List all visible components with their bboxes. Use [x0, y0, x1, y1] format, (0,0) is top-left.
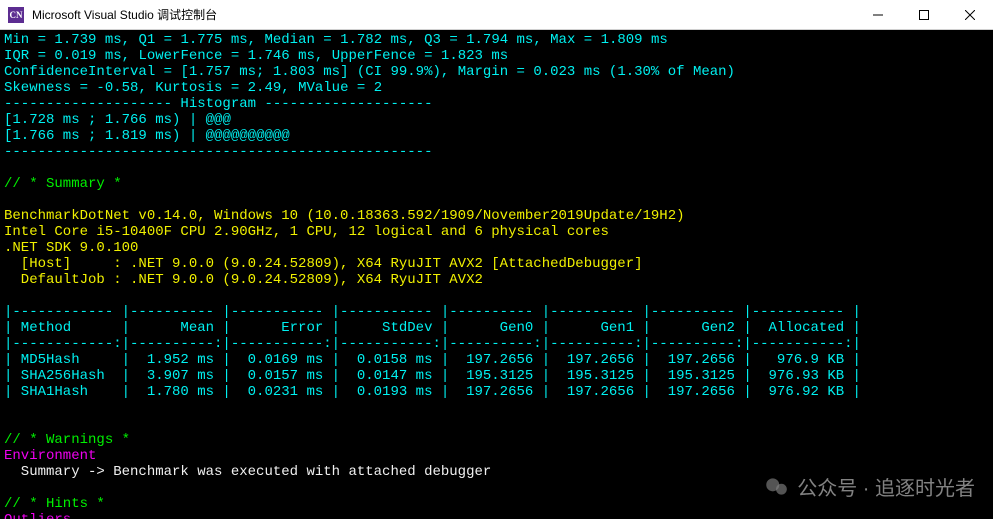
app-icon: CN [8, 7, 24, 23]
summary-env: BenchmarkDotNet v0.14.0, Windows 10 (10.… [4, 208, 685, 224]
minimize-button[interactable] [855, 0, 901, 29]
warnings-label: Environment [4, 448, 96, 464]
close-button[interactable] [947, 0, 993, 29]
histogram-header: -------------------- Histogram ---------… [4, 96, 432, 112]
histogram-footer: ----------------------------------------… [4, 144, 432, 160]
window-title: Microsoft Visual Studio 调试控制台 [32, 6, 855, 23]
hints-label: Outliers [4, 512, 71, 519]
maximize-button[interactable] [901, 0, 947, 29]
stat-line: Skewness = -0.58, Kurtosis = 2.49, MValu… [4, 80, 382, 96]
warnings-header: // * Warnings * [4, 432, 130, 448]
stat-line: ConfidenceInterval = [1.757 ms; 1.803 ms… [4, 64, 735, 80]
summary-env: DefaultJob : .NET 9.0.0 (9.0.24.52809), … [4, 272, 483, 288]
histogram-row: [1.766 ms ; 1.819 ms) | @@@@@@@@@@ [4, 128, 290, 144]
warnings-line: Summary -> Benchmark was executed with a… [4, 464, 491, 480]
console-output[interactable]: Min = 1.739 ms, Q1 = 1.775 ms, Median = … [0, 30, 993, 519]
summary-header: // * Summary * [4, 176, 122, 192]
hints-header: // * Hints * [4, 496, 105, 512]
stat-line: IQR = 0.019 ms, LowerFence = 1.746 ms, U… [4, 48, 508, 64]
window-controls [855, 0, 993, 29]
histogram-row: [1.728 ms ; 1.766 ms) | @@@ [4, 112, 231, 128]
summary-env: .NET SDK 9.0.100 [4, 240, 138, 256]
results-table: |------------ |---------- |----------- |… [4, 304, 861, 400]
summary-env: [Host] : .NET 9.0.0 (9.0.24.52809), X64 … [4, 256, 643, 272]
titlebar: CN Microsoft Visual Studio 调试控制台 [0, 0, 993, 30]
summary-env: Intel Core i5-10400F CPU 2.90GHz, 1 CPU,… [4, 224, 609, 240]
stat-line: Min = 1.739 ms, Q1 = 1.775 ms, Median = … [4, 32, 668, 48]
